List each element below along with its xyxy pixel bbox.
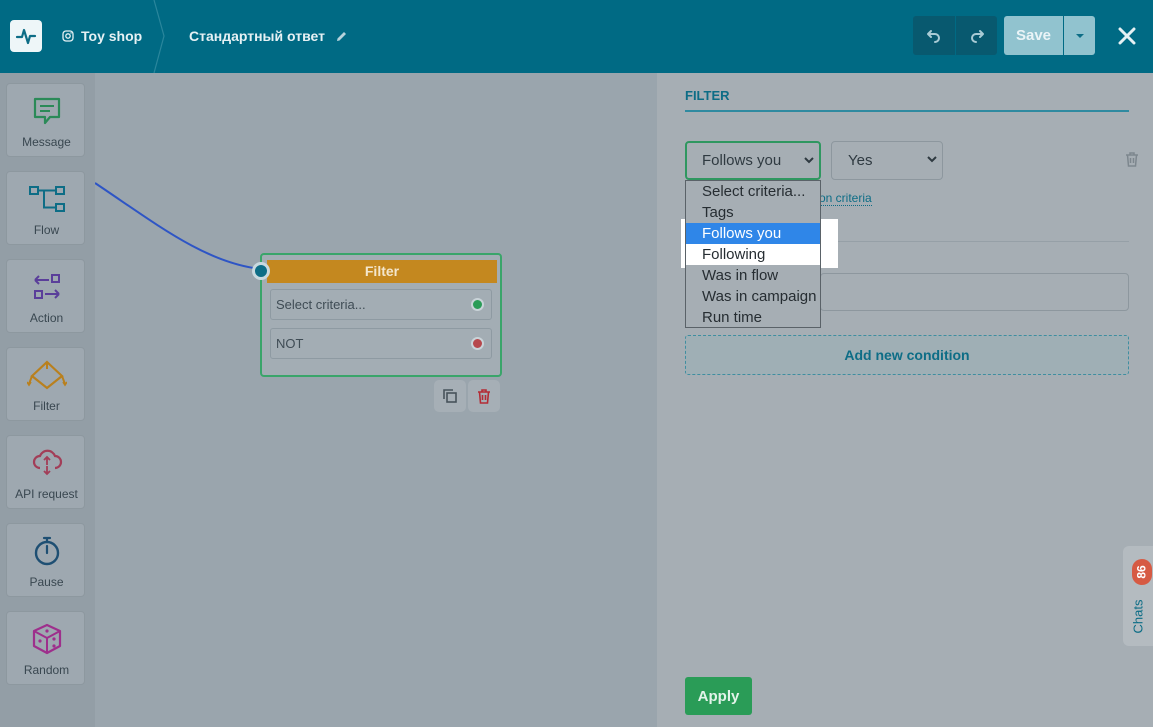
chats-count-badge: 86 xyxy=(1132,559,1152,585)
dropdown-option[interactable]: Select criteria... xyxy=(686,181,820,202)
app-header: Toy shop Стандартный ответ Save xyxy=(0,0,1153,73)
criteria-dropdown-list[interactable]: Select criteria... Tags Follows you Foll… xyxy=(685,180,821,328)
panel-divider xyxy=(685,110,1129,112)
criteria-select[interactable]: Follows you xyxy=(685,141,821,180)
delete-node-button[interactable] xyxy=(468,380,500,412)
action-icon xyxy=(7,270,86,304)
block-toolbar: Message Flow Action Filter API request P… xyxy=(0,73,95,727)
chevron-down-icon xyxy=(927,156,937,163)
app-logo[interactable] xyxy=(10,20,42,52)
add-condition-button[interactable]: Add new condition xyxy=(685,335,1129,375)
message-icon xyxy=(7,94,86,128)
fail-port[interactable] xyxy=(471,337,484,350)
criteria-select-value: Follows you xyxy=(702,152,782,169)
filter-icon xyxy=(7,358,86,392)
apply-button[interactable]: Apply xyxy=(685,677,752,715)
undo-button[interactable] xyxy=(913,16,955,55)
tool-filter[interactable]: Filter xyxy=(6,347,85,421)
tool-label: Filter xyxy=(33,399,60,413)
pencil-icon[interactable] xyxy=(335,30,348,43)
trash-icon xyxy=(1126,152,1138,167)
chevron-down-icon xyxy=(804,157,814,164)
chats-tab[interactable]: 86 Chats xyxy=(1123,546,1153,646)
close-icon xyxy=(1118,27,1136,45)
tool-pause[interactable]: Pause xyxy=(6,523,85,597)
delete-condition-button[interactable] xyxy=(1125,151,1139,172)
breadcrumb-separator xyxy=(153,0,165,73)
dropdown-option[interactable]: Run time xyxy=(686,307,820,328)
duplicate-node-button[interactable] xyxy=(434,380,466,412)
redo-button[interactable] xyxy=(956,16,997,55)
chats-label: Chats xyxy=(1130,599,1146,633)
node-input-port[interactable] xyxy=(252,262,270,280)
tool-random[interactable]: Random xyxy=(6,611,85,685)
tool-action[interactable]: Action xyxy=(6,259,85,333)
tool-message[interactable]: Message xyxy=(6,83,85,157)
add-criteria-link[interactable]: on criteria xyxy=(819,191,872,206)
tool-label: API request xyxy=(15,487,78,501)
condition-input[interactable] xyxy=(820,273,1129,311)
section-divider xyxy=(820,241,1129,242)
breadcrumb-shop[interactable]: Toy shop xyxy=(62,27,142,45)
node-not-text: NOT xyxy=(276,336,304,351)
caret-down-icon xyxy=(1075,33,1084,38)
close-button[interactable] xyxy=(1113,22,1141,50)
pulse-icon xyxy=(15,28,37,45)
condition-value-select[interactable]: Yes xyxy=(831,141,943,180)
copy-icon xyxy=(443,389,457,403)
condition-value-text: Yes xyxy=(848,152,873,169)
undo-icon xyxy=(927,29,940,43)
stopwatch-icon xyxy=(7,534,86,568)
node-not-row[interactable]: NOT xyxy=(270,328,492,359)
panel-title: FILTER xyxy=(685,88,730,103)
connection-line xyxy=(95,182,262,270)
trash-icon xyxy=(478,389,490,404)
tool-label: Random xyxy=(23,663,70,677)
tool-flow[interactable]: Flow xyxy=(6,171,85,245)
dropdown-option[interactable]: Tags xyxy=(686,202,820,223)
instagram-icon xyxy=(62,30,74,42)
tool-label: Pause xyxy=(29,575,64,589)
cloud-api-icon xyxy=(7,446,86,480)
node-criteria-text: Select criteria... xyxy=(276,297,366,312)
save-options-button[interactable] xyxy=(1064,16,1095,55)
success-port[interactable] xyxy=(471,298,484,311)
tool-label: Flow xyxy=(33,223,60,237)
tool-label: Action xyxy=(29,311,64,325)
node-title: Filter xyxy=(267,260,497,283)
dropdown-option[interactable]: Was in campaign xyxy=(686,286,820,307)
shop-name: Toy shop xyxy=(81,28,143,44)
filter-node[interactable]: Filter Select criteria... NOT xyxy=(260,253,502,377)
node-criteria-row[interactable]: Select criteria... xyxy=(270,289,492,320)
dropdown-option[interactable]: Following xyxy=(686,244,820,265)
save-button[interactable]: Save xyxy=(1004,16,1063,55)
dice-icon xyxy=(7,622,86,656)
flow-icon xyxy=(7,182,86,216)
flow-title[interactable]: Стандартный ответ xyxy=(189,27,348,45)
tool-api-request[interactable]: API request xyxy=(6,435,85,509)
flow-title-text: Стандартный ответ xyxy=(189,28,325,44)
dropdown-option[interactable]: Was in flow xyxy=(686,265,820,286)
redo-icon xyxy=(970,29,984,43)
tool-label: Message xyxy=(22,135,71,149)
dropdown-option-selected[interactable]: Follows you xyxy=(686,223,820,244)
